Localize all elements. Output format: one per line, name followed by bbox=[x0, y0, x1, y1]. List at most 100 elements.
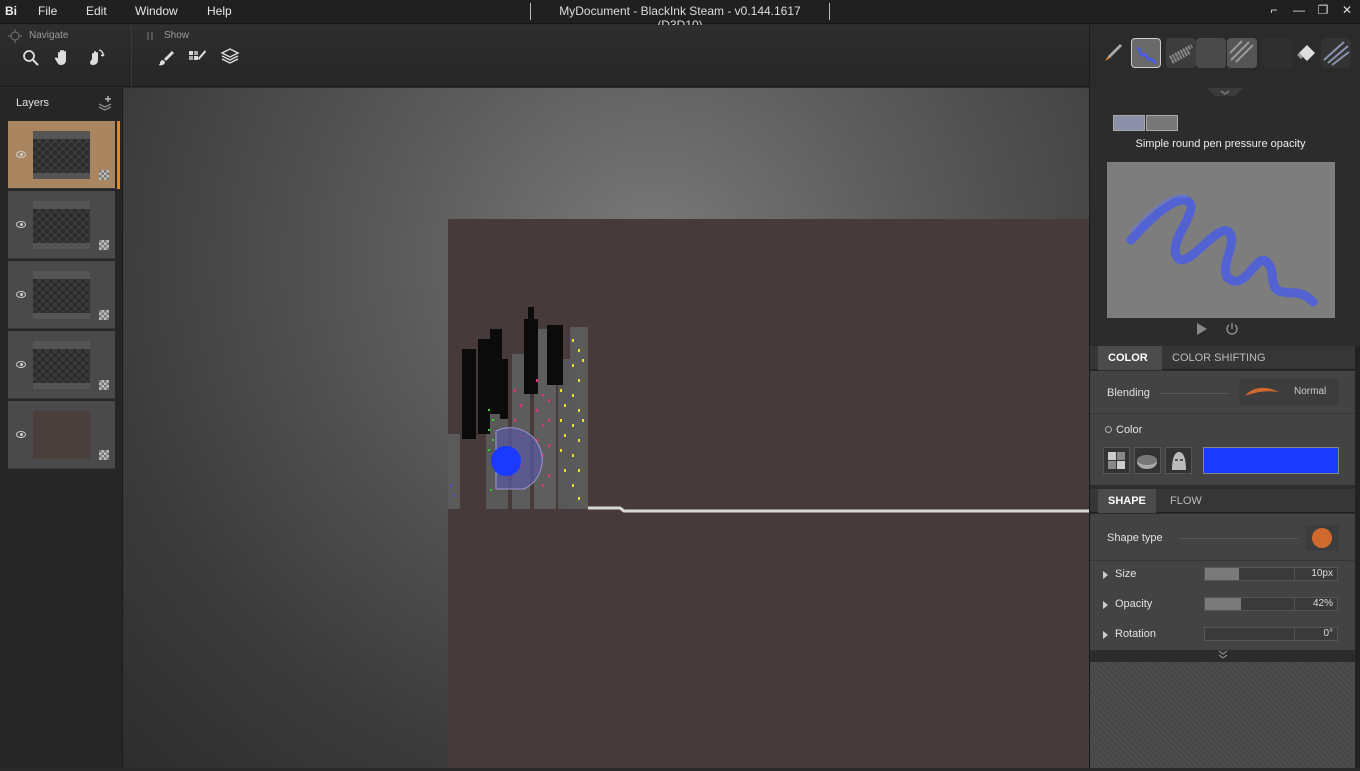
spray-brush-preset[interactable] bbox=[1166, 38, 1196, 68]
drawing-canvas[interactable] bbox=[448, 219, 1089, 768]
layer-row[interactable] bbox=[8, 191, 115, 259]
shape-section: Shape type Size 10px Opacity 42% Rotatio… bbox=[1090, 514, 1355, 650]
visibility-eye-icon[interactable] bbox=[16, 431, 26, 438]
blob-brush-preset[interactable] bbox=[1196, 38, 1226, 68]
close-icon[interactable]: ✕ bbox=[1338, 3, 1356, 19]
layer-mask-icon[interactable] bbox=[99, 310, 109, 320]
rotation-label: Rotation bbox=[1115, 628, 1156, 640]
layer-row[interactable] bbox=[8, 401, 115, 469]
shape-type-label: Shape type bbox=[1107, 532, 1163, 544]
layer-mask-icon[interactable] bbox=[99, 380, 109, 390]
power-icon[interactable] bbox=[1225, 322, 1239, 336]
layer-thumbnail bbox=[33, 411, 90, 459]
brush-variant-thumb[interactable] bbox=[1113, 115, 1145, 131]
brush-name: Simple round pen pressure opacity bbox=[1135, 138, 1306, 150]
layers-title: Layers bbox=[16, 97, 50, 109]
divider-line bbox=[1090, 413, 1355, 414]
visibility-eye-icon[interactable] bbox=[16, 151, 26, 158]
collapse-arrow-icon[interactable] bbox=[1205, 88, 1245, 98]
size-slider[interactable]: 10px bbox=[1204, 567, 1338, 581]
visibility-eye-icon[interactable] bbox=[16, 221, 26, 228]
layer-mask-icon[interactable] bbox=[99, 240, 109, 250]
menu-file[interactable]: File bbox=[38, 4, 57, 18]
blending-label: Blending bbox=[1107, 387, 1150, 399]
minimize-icon[interactable]: — bbox=[1290, 3, 1308, 19]
expand-more-icon[interactable] bbox=[1216, 650, 1230, 660]
brush-tool-icon[interactable] bbox=[156, 48, 176, 68]
brush-preview bbox=[1107, 162, 1335, 318]
workspace[interactable] bbox=[123, 88, 1089, 768]
layer-thumbnail bbox=[33, 201, 90, 249]
add-layer-icon[interactable] bbox=[96, 94, 114, 112]
layer-mask-icon[interactable] bbox=[99, 170, 109, 180]
visibility-eye-icon[interactable] bbox=[16, 361, 26, 368]
color-grid-icon[interactable] bbox=[1103, 447, 1130, 474]
brush-preset-strip bbox=[1089, 25, 1360, 87]
menu-edit[interactable]: Edit bbox=[86, 4, 107, 18]
layer-thumbnail bbox=[33, 131, 90, 179]
current-color-swatch[interactable] bbox=[1203, 447, 1339, 474]
layer-row[interactable] bbox=[8, 121, 115, 189]
brush-variant-thumb[interactable] bbox=[1146, 115, 1178, 131]
smudge-brush-preset[interactable] bbox=[1321, 38, 1351, 68]
tab-shape[interactable]: SHAPE bbox=[1098, 489, 1156, 513]
tab-flow[interactable]: FLOW bbox=[1170, 489, 1202, 513]
layer-thumbnail bbox=[33, 271, 90, 319]
title-divider bbox=[829, 3, 830, 20]
zoom-icon[interactable] bbox=[21, 48, 41, 68]
color-section: Blending Normal Color bbox=[1090, 371, 1355, 485]
fullscreen-icon[interactable]: ⌐ bbox=[1265, 3, 1283, 19]
rotation-value: 0° bbox=[1323, 628, 1333, 639]
pencil-brush-icon[interactable] bbox=[1102, 42, 1124, 64]
hatching-brush-preset[interactable] bbox=[1227, 38, 1257, 68]
navigate-label: Navigate bbox=[29, 30, 69, 41]
color-wheel-icon[interactable] bbox=[1134, 447, 1161, 474]
app-logo: Bi bbox=[5, 4, 17, 18]
rotate-hand-icon[interactable] bbox=[86, 47, 106, 67]
canvas-artwork bbox=[448, 307, 1089, 513]
toolbar-divider bbox=[131, 25, 132, 87]
panel-scrollbar[interactable] bbox=[1355, 346, 1360, 768]
color-label: Color bbox=[1116, 424, 1143, 436]
layer-row[interactable] bbox=[8, 261, 115, 329]
shape-tabbar: SHAPE FLOW bbox=[1090, 489, 1355, 513]
active-layer-indicator bbox=[117, 121, 120, 189]
dark-brush-preset[interactable] bbox=[1262, 38, 1292, 68]
pan-hand-icon[interactable] bbox=[53, 47, 73, 67]
tab-color-shifting[interactable]: COLOR SHIFTING bbox=[1172, 346, 1266, 370]
compass-icon bbox=[8, 29, 22, 43]
maximize-icon[interactable]: ❐ bbox=[1314, 3, 1332, 19]
blend-swoosh-icon bbox=[1245, 387, 1279, 396]
tab-color[interactable]: COLOR bbox=[1098, 346, 1162, 370]
divider-line bbox=[1160, 393, 1230, 394]
shape-type-select[interactable] bbox=[1305, 525, 1339, 551]
blending-select[interactable]: Normal bbox=[1239, 379, 1339, 405]
opacity-slider[interactable]: 42% bbox=[1204, 597, 1338, 611]
portrait-picker-icon[interactable] bbox=[1165, 447, 1192, 474]
menu-help[interactable]: Help bbox=[207, 4, 232, 18]
color-radio[interactable] bbox=[1105, 426, 1112, 433]
layer-mask-icon[interactable] bbox=[99, 450, 109, 460]
empty-panel-area bbox=[1090, 662, 1355, 768]
eraser-icon[interactable] bbox=[1295, 42, 1317, 64]
layer-row[interactable] bbox=[8, 331, 115, 399]
menu-bar: Bi File Edit Window Help MyDocument - Bl… bbox=[0, 0, 1360, 32]
blending-value: Normal bbox=[1294, 386, 1327, 397]
size-value: 10px bbox=[1311, 568, 1333, 579]
layers-icon[interactable] bbox=[220, 47, 240, 67]
brush-properties-panel: Simple round pen pressure opacity COLOR … bbox=[1089, 88, 1360, 768]
layers-panel: Layers bbox=[0, 88, 123, 768]
show-label: Show bbox=[164, 30, 190, 41]
visibility-eye-icon[interactable] bbox=[16, 291, 26, 298]
menu-window[interactable]: Window bbox=[135, 4, 178, 18]
divider-line bbox=[1178, 538, 1298, 539]
grip-icon bbox=[147, 32, 153, 40]
color-tabbar: COLOR COLOR SHIFTING bbox=[1090, 346, 1355, 370]
pen-brush-preset[interactable] bbox=[1131, 38, 1161, 68]
brush-grid-icon[interactable] bbox=[187, 47, 207, 67]
toolbar: Navigate Show bbox=[0, 25, 1089, 87]
rotation-slider[interactable]: 0° bbox=[1204, 627, 1338, 641]
layer-thumbnail bbox=[33, 341, 90, 389]
play-icon[interactable] bbox=[1196, 322, 1208, 336]
round-shape-icon bbox=[1312, 528, 1332, 548]
